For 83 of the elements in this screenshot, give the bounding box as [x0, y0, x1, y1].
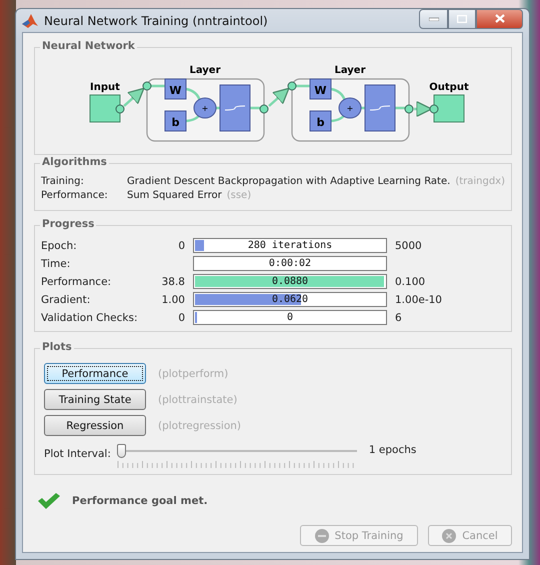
output-node [434, 94, 464, 122]
connector-line [330, 88, 346, 102]
connector-line [330, 113, 346, 122]
target-value: 6 [395, 312, 403, 324]
minimize-button[interactable] [419, 8, 448, 28]
close-icon [494, 14, 504, 23]
maximize-icon [457, 14, 467, 22]
arrow [414, 100, 432, 118]
layer-title: Layer [334, 65, 366, 76]
sum-node [338, 98, 362, 118]
algorithm-value: Sum Squared Error (sse) [127, 190, 252, 201]
field-label: Gradient: [41, 294, 92, 306]
connector-line [186, 88, 202, 102]
arrow [268, 88, 290, 107]
algorithm-value: Gradient Descent Backpropagation with Adaptive Learning Rate. (traingdx) [127, 176, 506, 187]
start-value: 38.8 [160, 276, 185, 288]
junction-dot [404, 104, 414, 114]
bias-symbol: b [172, 116, 180, 129]
junction-dot [260, 104, 268, 114]
bias-block [310, 110, 332, 132]
target-value: 0.100 [395, 276, 426, 288]
input-label: Input [90, 82, 120, 93]
group-title: Progress [40, 218, 96, 230]
maximize-button[interactable] [448, 8, 476, 28]
connector-line [250, 106, 260, 110]
weight-block [310, 78, 332, 100]
function-name: (plottrainstate) [158, 394, 238, 406]
bias-block [164, 110, 186, 132]
sum-symbol: + [346, 104, 354, 113]
group-title: Neural Network [40, 40, 137, 52]
weight-symbol: W [314, 84, 327, 97]
interval-reading: 1 epochs [368, 444, 416, 456]
input-node [90, 94, 120, 122]
weight-symbol: W [169, 84, 182, 97]
field-label: Time: [41, 258, 72, 270]
function-name: (plotregression) [158, 420, 242, 432]
field-label: Plot Interval: [44, 448, 111, 460]
progress-reading: 280 iterations [248, 240, 332, 251]
layer-title: Layer [189, 65, 221, 76]
progress-reading: 0.0880 [272, 276, 308, 287]
junction-dot [116, 104, 124, 114]
connector-line [151, 84, 165, 88]
plot-button[interactable]: Performance [44, 363, 146, 384]
field-label: Validation Checks: [41, 312, 138, 324]
group-title: Plots [40, 341, 74, 353]
connector-line [296, 84, 310, 88]
field-label: Performance: [41, 276, 112, 288]
weight-block [164, 78, 186, 100]
sum-node [194, 98, 216, 118]
target-value: 5000 [395, 240, 423, 252]
field-label: Performance: [41, 190, 109, 201]
field-label: Epoch: [41, 240, 78, 252]
interval-slider[interactable] [116, 444, 357, 470]
field-label: Training: [41, 176, 85, 187]
function-name: (plotperform) [158, 368, 228, 380]
close-button[interactable] [476, 8, 523, 28]
status-message: Performance goal met. [72, 495, 208, 507]
app-logo-icon [22, 14, 38, 28]
transfer-function-icon [364, 84, 396, 132]
group-title: Algorithms [40, 156, 109, 168]
output-label: Output [429, 82, 469, 93]
sum-symbol: + [202, 104, 208, 113]
start-value: 0 [177, 240, 185, 252]
plot-button[interactable]: Training State [44, 389, 146, 410]
window-title: Neural Network Training (nntraintool) [44, 14, 269, 28]
arrow [123, 88, 144, 107]
junction-dot [430, 104, 438, 114]
slider-thumb[interactable] [116, 444, 126, 458]
start-value: 0 [177, 312, 185, 324]
plot-button[interactable]: Regression [44, 415, 146, 436]
target-value: 1.00e-10 [395, 294, 443, 306]
stop-icon [314, 528, 329, 542]
junction-dot [288, 82, 296, 90]
junction-dot [142, 82, 152, 90]
checkmark-icon [38, 493, 60, 509]
progress-reading: 0 [286, 312, 294, 323]
transfer-function-icon [220, 84, 250, 132]
bias-symbol: b [316, 116, 324, 129]
connector-line [186, 113, 202, 122]
start-value: 1.00 [160, 294, 185, 306]
connector-line [395, 106, 405, 110]
minimize-icon [428, 16, 438, 20]
cancel-icon [442, 528, 456, 542]
